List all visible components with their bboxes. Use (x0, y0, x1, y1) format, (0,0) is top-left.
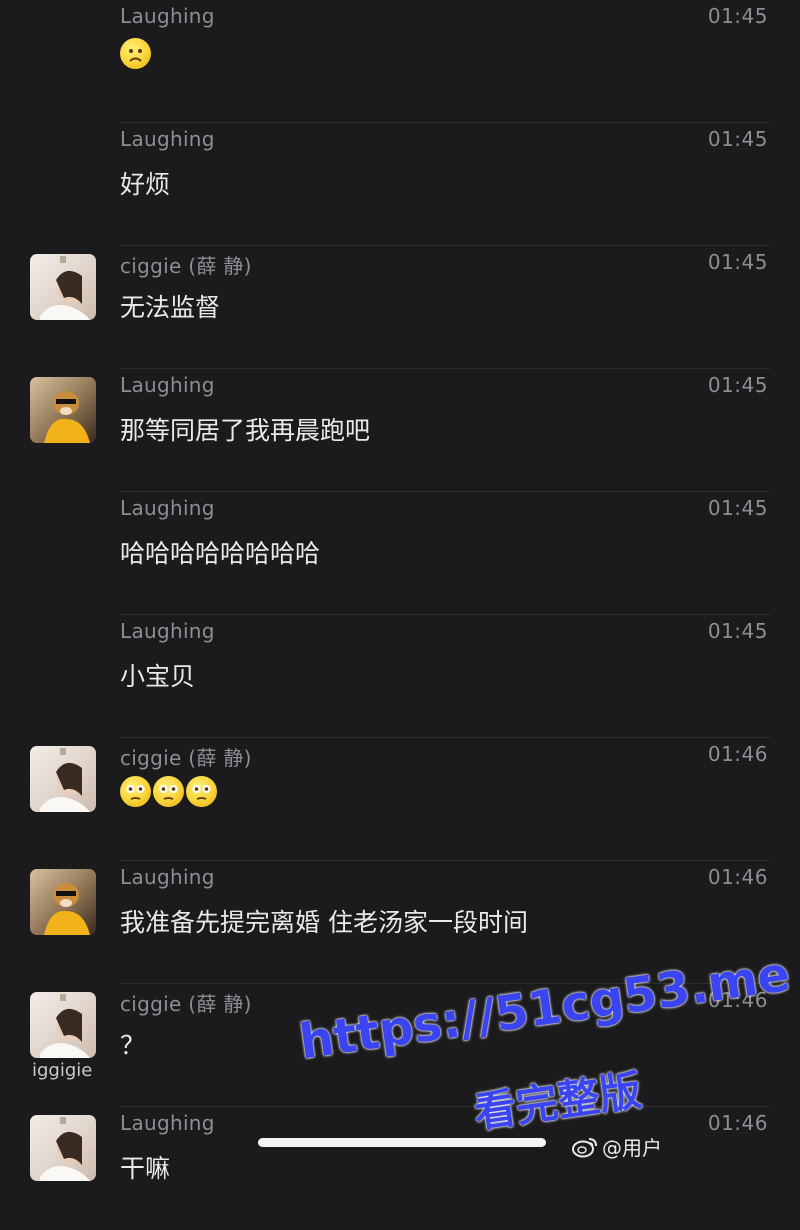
avatar[interactable] (30, 992, 96, 1058)
message-time: 01:46 (707, 1111, 768, 1135)
message-emojis (120, 38, 151, 69)
weibo-icon (572, 1137, 597, 1157)
chat-message[interactable]: Laughing 01:45 小宝贝 (0, 615, 800, 738)
avatar[interactable] (30, 254, 96, 320)
ghost-avatar-caption: iggigie (32, 1060, 93, 1081)
message-time: 01:45 (707, 250, 768, 274)
chat-message[interactable]: Laughing 01:45 (0, 0, 800, 123)
frowning-face-emoji-icon (120, 38, 151, 69)
message-text: 那等同居了我再晨跑吧 (120, 416, 371, 445)
message-text: 小宝贝 (120, 662, 196, 691)
message-time: 01:46 (707, 865, 768, 889)
avatar[interactable] (30, 377, 96, 443)
message-time: 01:45 (707, 619, 768, 643)
message-sender: ciggie (薛 静) (120, 992, 252, 1016)
message-sender: Laughing (120, 619, 215, 643)
message-time: 01:45 (707, 4, 768, 28)
chat-message[interactable]: Laughing 01:45 好烦 (0, 123, 800, 246)
message-text: 好烦 (120, 170, 171, 199)
message-time: 01:45 (707, 373, 768, 397)
avatar[interactable] (30, 1115, 96, 1181)
message-text: 干嘛 (120, 1154, 171, 1183)
message-sender: ciggie (薛 静) (120, 254, 252, 278)
chat-message[interactable]: Laughing 01:46 干嘛 (0, 1107, 800, 1230)
flushed-face-emoji-icon (153, 776, 184, 807)
message-sender: Laughing (120, 1111, 215, 1135)
message-time: 01:45 (707, 127, 768, 151)
message-sender: Laughing (120, 496, 215, 520)
flushed-face-emoji-icon (120, 776, 151, 807)
message-text: 我准备先提完离婚 住老汤家一段时间 (120, 908, 528, 937)
message-time: 01:45 (707, 496, 768, 520)
message-sender: Laughing (120, 865, 215, 889)
chat-message[interactable]: Laughing 01:45 那等同居了我再晨跑吧 (0, 369, 800, 492)
message-text: 无法监督 (120, 293, 221, 322)
message-text: ？ (120, 1031, 146, 1060)
message-emojis (120, 776, 217, 807)
home-indicator[interactable] (258, 1138, 546, 1147)
message-sender: Laughing (120, 127, 215, 151)
weibo-watermark: @用户 (572, 1132, 662, 1161)
flushed-face-emoji-icon (186, 776, 217, 807)
chat-message[interactable]: ciggie (薛 静) 01:45 无法监督 (0, 246, 800, 369)
avatar[interactable] (30, 746, 96, 812)
avatar[interactable] (30, 869, 96, 935)
chat-message[interactable]: Laughing 01:45 哈哈哈哈哈哈哈哈 (0, 492, 800, 615)
chat-message[interactable]: ciggie (薛 静) 01:46 (0, 738, 800, 861)
message-sender: ciggie (薛 静) (120, 746, 252, 770)
weibo-handle: @用户 (602, 1136, 662, 1160)
message-sender: Laughing (120, 4, 215, 28)
message-text: 哈哈哈哈哈哈哈哈 (120, 539, 321, 568)
message-sender: Laughing (120, 373, 215, 397)
message-time: 01:46 (707, 742, 768, 766)
